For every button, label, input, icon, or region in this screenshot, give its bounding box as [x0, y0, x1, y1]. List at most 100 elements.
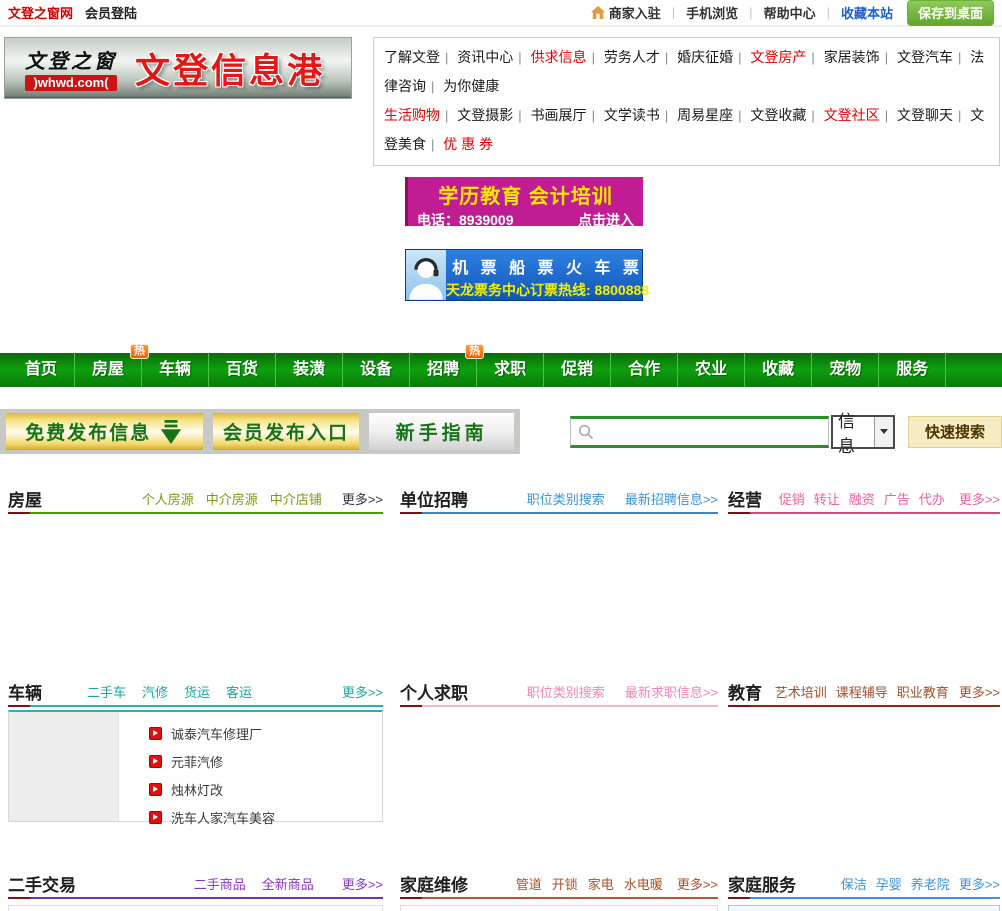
section-link[interactable]: 保洁: [841, 874, 867, 893]
logo-calligraphy: 文登之窗: [25, 49, 117, 73]
ticket-ad-banner[interactable]: 机 票 船 票 火 车 票 天龙票务中心订票热线: 8800888: [405, 249, 649, 301]
search-input[interactable]: [600, 423, 822, 440]
header-link[interactable]: 供求信息: [531, 49, 587, 65]
header-link[interactable]: 书画展厅: [531, 107, 587, 123]
nav-item-goods[interactable]: 百货: [209, 353, 277, 387]
section-link[interactable]: 促销: [779, 489, 805, 508]
bullet-arrow-icon: [149, 726, 162, 740]
more-link[interactable]: 最新求职信息>>: [625, 682, 718, 701]
more-link[interactable]: 更多>>: [342, 874, 383, 893]
section-link[interactable]: 广告: [884, 489, 910, 508]
nav-item-decor[interactable]: 装潢: [276, 353, 344, 387]
quick-search-button[interactable]: 快速搜索: [907, 415, 1002, 448]
favorite-site-link[interactable]: 收藏本站: [841, 3, 893, 22]
education-ad-banner[interactable]: 学历教育 会计培训 电话：8939009 点击进入: [405, 177, 643, 228]
section-link[interactable]: 艺术培训: [775, 682, 827, 701]
header-link[interactable]: 劳务人才: [604, 49, 660, 65]
header-link[interactable]: 生活购物: [384, 107, 440, 123]
more-link[interactable]: 更多>>: [959, 682, 1000, 701]
section-link[interactable]: 职位类别搜索: [527, 682, 605, 701]
more-link[interactable]: 更多>>: [959, 489, 1000, 508]
nav-item-coop[interactable]: 合作: [611, 353, 679, 387]
section-title: 教育: [728, 683, 762, 703]
nav-item-collect[interactable]: 收藏: [745, 353, 813, 387]
separator: |: [884, 108, 889, 123]
toolbar-row: 免费发布信息 会员发布入口 新手指南 信息 快速搜索: [0, 409, 1002, 456]
search-category-value: 信息: [838, 411, 856, 456]
nav-item-recruit[interactable]: 招聘 热: [410, 344, 485, 387]
section-link[interactable]: 全新商品: [262, 874, 314, 893]
free-publish-label: 免费发布信息: [25, 423, 152, 444]
header-link[interactable]: 文登聊天: [897, 107, 953, 123]
more-link[interactable]: 更多>>: [677, 874, 718, 893]
section-link[interactable]: 代办: [919, 489, 945, 508]
site-logo[interactable]: 文登之窗 )whwd.com( 文登信息港: [4, 37, 352, 99]
section-home-service: 家庭服务 保洁 孕婴 养老院 更多>>: [728, 864, 1000, 911]
header-link[interactable]: 周易星座: [677, 107, 733, 123]
list-item[interactable]: 诚泰汽车修理厂: [149, 719, 382, 747]
header-link[interactable]: 了解文登: [384, 49, 440, 65]
section-link[interactable]: 中介店铺: [270, 489, 322, 508]
section-link[interactable]: 中介房源: [206, 489, 258, 508]
member-login-link[interactable]: 会员登陆: [85, 3, 137, 22]
header-link[interactable]: 为你健康: [443, 78, 499, 94]
topbar: 文登之窗网 会员登陆 商家入驻 | 手机浏览 | 帮助中心 | 收藏本站 保存到…: [0, 0, 1002, 27]
nav-item-pets[interactable]: 宠物: [812, 353, 880, 387]
logo-domain: )whwd.com(: [25, 75, 117, 91]
header-link[interactable]: 文登汽车: [897, 49, 953, 65]
nav-item-jobseek[interactable]: 求职: [477, 353, 545, 387]
more-link[interactable]: 更多>>: [342, 682, 383, 701]
section-link[interactable]: 二手商品: [194, 874, 246, 893]
header-link[interactable]: 文登房产: [750, 49, 806, 65]
section-link[interactable]: 个人房源: [142, 489, 194, 508]
newbie-guide-button[interactable]: 新手指南: [369, 413, 514, 450]
help-center-link[interactable]: 帮助中心: [764, 3, 816, 22]
section-link[interactable]: 养老院: [911, 874, 950, 893]
mobile-browse-link[interactable]: 手机浏览: [686, 3, 738, 22]
list-item[interactable]: 洗车人家汽车美容: [149, 803, 382, 831]
section-link[interactable]: 职业教育: [897, 682, 949, 701]
header-link[interactable]: 资讯中心: [457, 49, 513, 65]
nav-item-agriculture[interactable]: 农业: [678, 353, 746, 387]
list-item[interactable]: 烛林灯改: [149, 775, 382, 803]
member-entry-button[interactable]: 会员发布入口: [212, 413, 360, 450]
section-link[interactable]: 水电暖: [624, 874, 663, 893]
save-to-desktop-button[interactable]: 保存到桌面: [906, 0, 994, 26]
nav-item-vehicles[interactable]: 车辆: [142, 353, 210, 387]
list-item[interactable]: 元菲汽修: [149, 747, 382, 775]
section-link[interactable]: 家电: [588, 874, 614, 893]
section-link[interactable]: 货运: [184, 682, 210, 701]
nav-item-services[interactable]: 服务: [879, 353, 947, 387]
header-link[interactable]: 优 惠 券: [443, 136, 493, 152]
section-link[interactable]: 融资: [849, 489, 875, 508]
section-link[interactable]: 管道: [516, 874, 542, 893]
section-link[interactable]: 开锁: [552, 874, 578, 893]
nav-item-promo[interactable]: 促销: [544, 353, 612, 387]
header-link[interactable]: 文登摄影: [457, 107, 513, 123]
more-link[interactable]: 最新招聘信息>>: [625, 489, 718, 508]
section-link[interactable]: 课程辅导: [836, 682, 888, 701]
nav-item-home[interactable]: 首页: [8, 353, 76, 387]
header-link[interactable]: 婚庆征婚: [677, 49, 733, 65]
section-link[interactable]: 二手车: [87, 682, 126, 701]
nav-item-house[interactable]: 房屋 热: [75, 344, 150, 387]
merchant-join-link[interactable]: 商家入驻: [590, 3, 661, 22]
nav-item-equipment[interactable]: 设备: [343, 353, 411, 387]
header-link[interactable]: 文登收藏: [750, 107, 806, 123]
section-link[interactable]: 孕婴: [876, 874, 902, 893]
search-category-select[interactable]: 信息: [831, 412, 895, 456]
header-link[interactable]: 文学读书: [604, 107, 660, 123]
section-link[interactable]: 转让: [814, 489, 840, 508]
secondhand-box: [8, 905, 383, 911]
ticket-ad-hotline: 天龙票务中心订票热线: 8800888: [446, 282, 650, 298]
section-link[interactable]: 职位类别搜索: [527, 489, 605, 508]
publish-button-strip: 免费发布信息 会员发布入口 新手指南: [0, 409, 520, 454]
site-home-link[interactable]: 文登之窗网: [8, 3, 73, 22]
more-link[interactable]: 更多>>: [342, 489, 383, 508]
header-link[interactable]: 文登社区: [824, 107, 880, 123]
more-link[interactable]: 更多>>: [959, 874, 1000, 893]
header-link[interactable]: 家居装饰: [824, 49, 880, 65]
section-link[interactable]: 汽修: [142, 682, 168, 701]
section-link[interactable]: 客运: [226, 682, 252, 701]
free-publish-button[interactable]: 免费发布信息: [6, 413, 203, 450]
